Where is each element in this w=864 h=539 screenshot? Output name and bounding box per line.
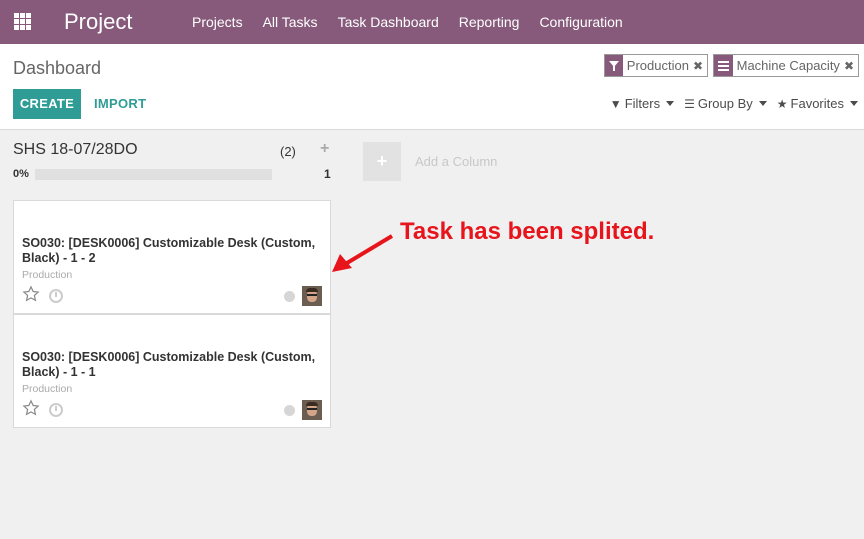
funnel-icon: ▼: [609, 96, 622, 111]
main-menu: Projects All Tasks Task Dashboard Report…: [182, 0, 633, 44]
kanban-card[interactable]: SO030: [DESK0006] Customizable Desk (Cus…: [13, 314, 331, 428]
menu-item-configuration[interactable]: Configuration: [529, 0, 632, 44]
favorites-label: Favorites: [790, 96, 844, 111]
star-icon[interactable]: [22, 399, 40, 417]
status-dot[interactable]: [284, 405, 295, 416]
add-column-button[interactable]: +: [363, 142, 401, 181]
star-icon[interactable]: [22, 285, 40, 303]
annotation-text: Task has been splited.: [400, 218, 655, 245]
menu-item-projects[interactable]: Projects: [182, 0, 253, 44]
star-icon: ★: [776, 96, 788, 111]
menu-item-task-dashboard[interactable]: Task Dashboard: [328, 0, 449, 44]
filters-dropdown[interactable]: ▼ Filters: [609, 96, 675, 111]
card-title: SO030: [DESK0006] Customizable Desk (Cus…: [22, 236, 316, 265]
avatar: [302, 286, 322, 306]
create-button[interactable]: CREATE: [13, 89, 81, 119]
card-tag: Production: [22, 383, 73, 395]
group-by-dropdown[interactable]: ☰ Group By: [684, 96, 767, 111]
annotation-arrow-icon: [332, 234, 394, 272]
clock-icon[interactable]: [49, 289, 63, 303]
favorites-dropdown[interactable]: ★ Favorites: [777, 96, 858, 111]
list-icon: ☰: [684, 96, 695, 111]
group-by-label: Group By: [697, 96, 753, 111]
apps-menu-icon[interactable]: [14, 13, 31, 30]
facet-label: Machine Capacity: [736, 58, 840, 73]
kanban-card[interactable]: SO030: [DESK0006] Customizable Desk (Cus…: [13, 200, 331, 314]
column-quick-create-button[interactable]: +: [320, 140, 329, 158]
card-tag: Production: [22, 269, 73, 281]
add-column-label[interactable]: Add a Column: [415, 154, 497, 169]
remove-facet-icon[interactable]: ✖: [844, 59, 858, 73]
column-count: (2): [280, 144, 296, 159]
caret-down-icon: [666, 101, 675, 106]
column-title[interactable]: SHS 18-07/28DO: [13, 141, 138, 159]
caret-down-icon: [850, 101, 858, 106]
control-panel: Dashboard CREATE IMPORT Production ✖ Mac…: [0, 44, 864, 130]
facet-label: Production: [626, 58, 689, 73]
column-total: 1: [324, 167, 331, 181]
group-by-icon: [714, 55, 733, 76]
avatar: [302, 400, 322, 420]
caret-down-icon: [758, 101, 767, 106]
search-facet-production[interactable]: Production ✖: [604, 54, 708, 77]
breadcrumb: Dashboard: [13, 58, 102, 78]
column-progress-label: 0%: [13, 168, 29, 180]
column-progress-bar[interactable]: [35, 169, 272, 180]
status-dot[interactable]: [284, 291, 295, 302]
filters-label: Filters: [624, 96, 661, 111]
menu-item-reporting[interactable]: Reporting: [449, 0, 530, 44]
card-title: SO030: [DESK0006] Customizable Desk (Cus…: [22, 350, 316, 379]
filter-icon: [605, 55, 623, 76]
clock-icon[interactable]: [49, 403, 63, 417]
menu-item-all-tasks[interactable]: All Tasks: [253, 0, 328, 44]
app-brand[interactable]: Project: [64, 9, 132, 35]
search-options: ▼ Filters ☰ Group By ★ Favorites: [600, 96, 858, 111]
search-facet-machine-capacity[interactable]: Machine Capacity ✖: [713, 54, 859, 77]
top-navbar: Project Projects All Tasks Task Dashboar…: [0, 0, 864, 44]
remove-facet-icon[interactable]: ✖: [693, 59, 707, 73]
import-button[interactable]: IMPORT: [88, 89, 152, 119]
